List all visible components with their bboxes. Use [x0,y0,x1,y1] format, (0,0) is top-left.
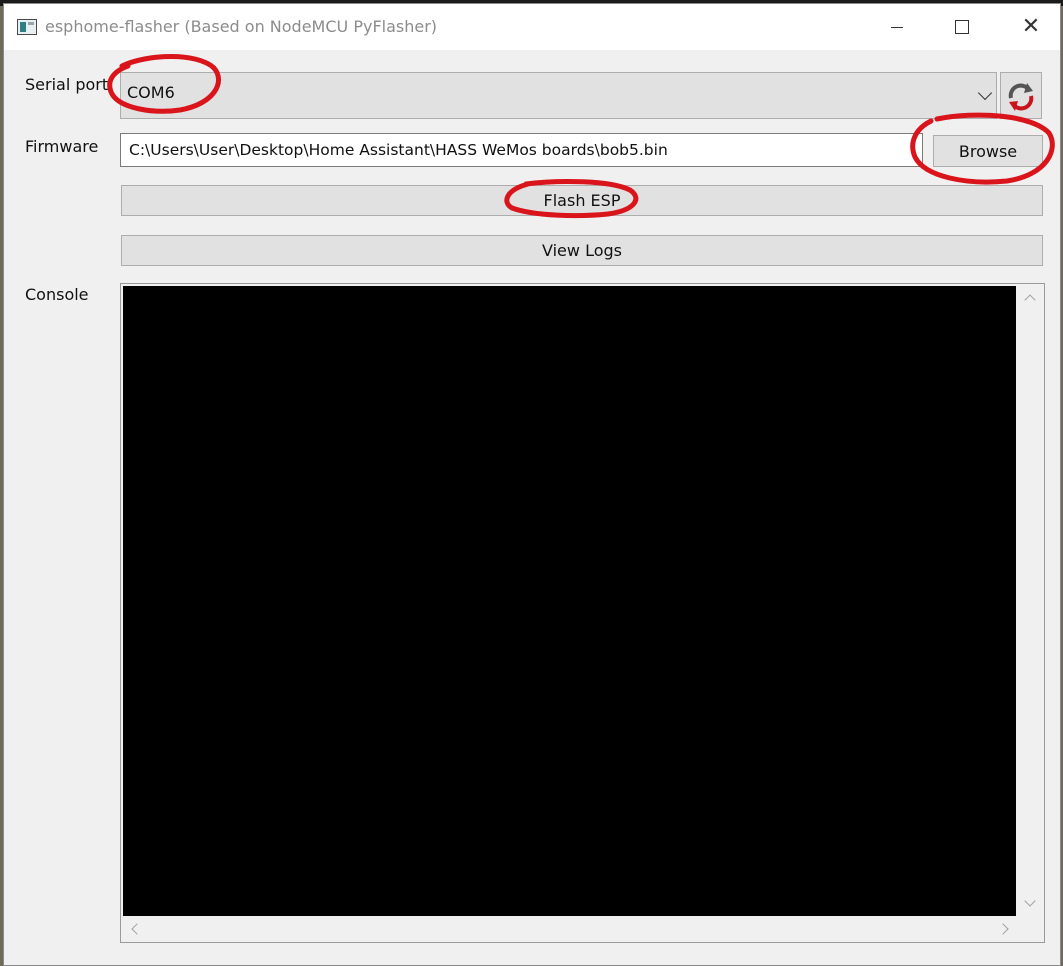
scrollbar-corner [1017,917,1043,941]
chevron-down-icon [977,85,993,101]
minimize-button[interactable] [867,4,927,50]
title-bar: esphome-flasher (Based on NodeMCU PyFlas… [4,4,1060,50]
maximize-icon [955,20,969,34]
maximize-button[interactable] [932,4,992,50]
serial-port-select[interactable]: COM6 [120,72,997,119]
app-window-icon [17,19,37,35]
close-button[interactable]: ✕ [1001,4,1061,50]
console-output[interactable] [123,286,1016,916]
minimize-icon [891,26,903,28]
close-icon: ✕ [1021,14,1041,39]
firmware-label: Firmware [25,137,99,156]
flash-esp-button[interactable]: Flash ESP [121,185,1043,216]
browse-button[interactable]: Browse [933,135,1043,167]
serial-port-value: COM6 [127,83,175,102]
console-panel [120,283,1045,943]
console-vertical-scrollbar[interactable] [1017,285,1043,916]
console-horizontal-scrollbar[interactable] [122,917,1018,941]
scroll-left-icon [131,923,143,935]
scroll-up-icon [1024,294,1036,306]
window-title: esphome-flasher (Based on NodeMCU PyFlas… [45,17,438,36]
refresh-ports-button[interactable] [1000,72,1042,119]
refresh-arrows-icon [1008,82,1034,111]
scroll-right-icon [997,923,1009,935]
scroll-down-icon [1024,895,1036,907]
view-logs-button[interactable]: View Logs [121,235,1043,266]
console-label: Console [25,285,89,304]
app-window: esphome-flasher (Based on NodeMCU PyFlas… [3,3,1061,966]
firmware-path-input[interactable] [120,133,923,167]
serial-port-label: Serial port [25,75,109,94]
